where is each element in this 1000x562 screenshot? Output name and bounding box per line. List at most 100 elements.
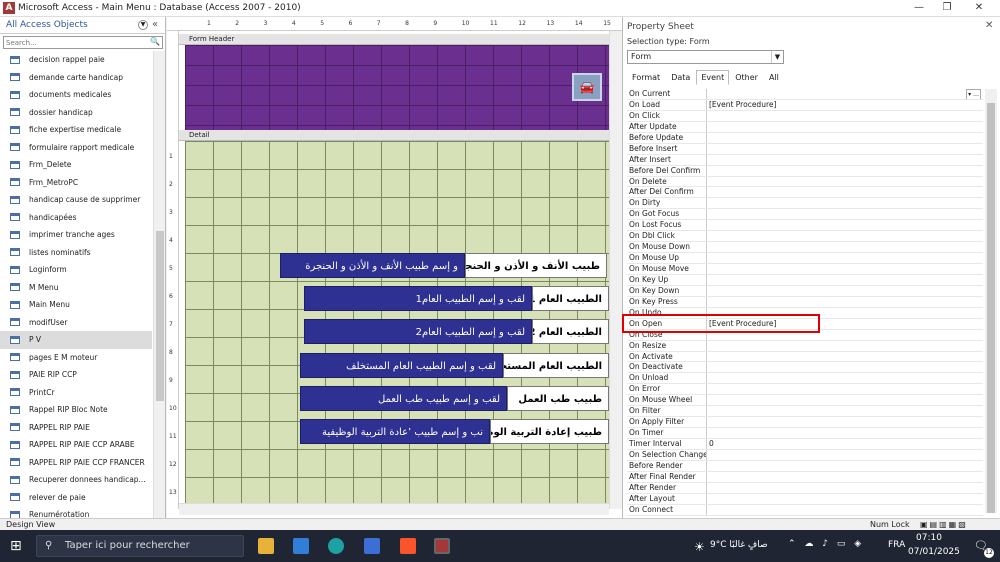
text-field-control[interactable]: لقب و إسم الطبيب العام1	[304, 286, 532, 311]
builder-dropdown-icon[interactable]: ▾ …	[966, 89, 981, 99]
property-value[interactable]	[707, 155, 983, 165]
nav-item[interactable]: Renumérotation	[0, 506, 152, 518]
form-header-section[interactable]	[185, 45, 609, 131]
minimize-button[interactable]: —	[906, 1, 932, 15]
nav-item[interactable]: RAPPEL RIP PAIE CCP FRANCER	[0, 454, 152, 472]
property-value[interactable]	[707, 505, 983, 515]
taskbar-search-box[interactable]: ⚲ Taper ici pour rechercher	[36, 535, 244, 557]
nav-item[interactable]: Main Menu	[0, 296, 152, 314]
nav-item[interactable]: relever de paie	[0, 489, 152, 507]
property-value[interactable]	[707, 198, 983, 208]
nav-item[interactable]: pages E M moteur	[0, 349, 152, 367]
property-row[interactable]: After Render	[627, 482, 983, 494]
label-control[interactable]: طبيب الأنف و الأذن و الحنجرة	[465, 253, 607, 278]
nav-item[interactable]: handicapées	[0, 209, 152, 227]
nav-item[interactable]: listes nominatifs	[0, 244, 152, 262]
property-row[interactable]: On Apply Filter	[627, 417, 983, 429]
property-value[interactable]	[707, 406, 983, 416]
property-row[interactable]: On Delete	[627, 176, 983, 188]
collapse-pane-icon[interactable]: «	[152, 19, 158, 30]
nav-item[interactable]: P V	[0, 331, 152, 349]
text-field-control[interactable]: لقب و إسم الطبيب العام2	[304, 319, 532, 344]
close-window-button[interactable]: ✕	[966, 1, 992, 15]
property-row[interactable]: On Filter	[627, 406, 983, 418]
nav-item[interactable]: modifUser	[0, 314, 152, 332]
design-horizontal-scrollbar[interactable]	[179, 503, 609, 515]
nav-item[interactable]: RAPPEL RIP PAIE	[0, 419, 152, 437]
property-value[interactable]	[707, 166, 983, 176]
property-value[interactable]: 0	[707, 439, 983, 449]
selection-dropdown[interactable]: Form ▼	[627, 50, 784, 64]
property-row[interactable]: After Del Confirm	[627, 187, 983, 199]
nav-scrollbar-thumb[interactable]	[156, 231, 164, 401]
windows-start-icon[interactable]: ⊞	[10, 538, 22, 554]
property-value[interactable]	[707, 428, 983, 438]
property-row[interactable]: On Timer	[627, 428, 983, 439]
property-row[interactable]: After Final Render	[627, 471, 983, 483]
property-value[interactable]	[707, 362, 983, 372]
label-control[interactable]: طبيب إعادة التربية الوظيفية	[490, 419, 609, 444]
property-row[interactable]: Before Del Confirm	[627, 165, 983, 177]
property-row[interactable]: On Dbl Click	[627, 231, 983, 243]
property-value[interactable]	[707, 286, 983, 296]
property-row[interactable]: Before Render	[627, 460, 983, 472]
brave-browser-icon[interactable]	[400, 538, 416, 554]
property-value[interactable]: ▾ …	[707, 89, 983, 99]
close-property-sheet-icon[interactable]: ✕	[985, 20, 993, 31]
nav-item[interactable]: M Menu	[0, 279, 152, 297]
property-value[interactable]	[707, 144, 983, 154]
property-row[interactable]: On Dirty	[627, 198, 983, 210]
property-value[interactable]	[707, 494, 983, 504]
nav-item[interactable]: PrintCr	[0, 384, 152, 402]
label-control[interactable]: الطبيب العام المستخلف	[503, 353, 609, 378]
property-value[interactable]	[707, 483, 983, 493]
nav-item[interactable]: decision rappel paie	[0, 51, 152, 69]
label-control[interactable]: طبيب طب العمل	[507, 386, 609, 411]
property-row[interactable]: On Key Up	[627, 274, 983, 286]
nav-item[interactable]: Loginform	[0, 261, 152, 279]
nav-item[interactable]: PAIE RIP CCP	[0, 366, 152, 384]
clock-time[interactable]: 07:10	[916, 533, 942, 543]
property-value[interactable]	[707, 220, 983, 230]
design-vertical-scrollbar[interactable]	[609, 31, 622, 509]
nav-item[interactable]: dossier handicap	[0, 104, 152, 122]
property-row[interactable]: On Mouse Move	[627, 264, 983, 275]
property-row[interactable]: On Resize	[627, 340, 983, 352]
property-row[interactable]: On Current ▾ …	[627, 89, 983, 100]
property-row[interactable]: On Click	[627, 110, 983, 122]
form-header-bar[interactable]: Form Header	[179, 34, 609, 45]
property-scrollbar[interactable]	[985, 89, 997, 513]
property-value[interactable]	[707, 122, 983, 132]
label-control[interactable]: الطبيب العام 1	[532, 286, 609, 311]
property-value[interactable]	[707, 395, 983, 405]
nav-item[interactable]: Recuperer donnees handicap...	[0, 471, 152, 489]
access-taskbar-icon[interactable]	[434, 538, 450, 554]
nav-search-input[interactable]	[4, 37, 144, 48]
property-value[interactable]	[707, 341, 983, 351]
property-row[interactable]: On Got Focus	[627, 209, 983, 221]
property-value[interactable]	[707, 352, 983, 362]
property-row[interactable]: On Mouse Down	[627, 242, 983, 254]
property-value[interactable]	[707, 450, 983, 460]
property-row[interactable]: On Selection Change	[627, 449, 983, 461]
nav-item[interactable]: handicap cause de supprimer	[0, 191, 152, 209]
nav-item[interactable]: Rappel RIP Bloc Note	[0, 401, 152, 419]
text-field-control[interactable]: لقب و إسم الطبيب العام المستخلف	[300, 353, 503, 378]
header-command-button[interactable]: 🚘	[572, 73, 602, 101]
edge-browser-icon[interactable]	[328, 538, 344, 554]
text-field-control[interactable]: لقب و إسم طبيب طب العمل	[300, 386, 507, 411]
property-value[interactable]	[707, 209, 983, 219]
property-row[interactable]: On Key Press	[627, 296, 983, 308]
tab-format[interactable]: Format	[627, 70, 665, 85]
property-row[interactable]: On Connect	[627, 504, 983, 516]
detail-bar[interactable]: Detail	[179, 130, 609, 141]
tab-other[interactable]: Other	[730, 70, 763, 85]
nav-menu-dropdown-icon[interactable]: ▼	[138, 20, 148, 30]
nav-item[interactable]: formulaire rapport medicale	[0, 139, 152, 157]
property-row[interactable]: After Layout	[627, 493, 983, 505]
nav-search-box[interactable]: 🔍	[3, 36, 163, 49]
tab-data[interactable]: Data	[666, 70, 695, 85]
tab-all[interactable]: All	[764, 70, 784, 85]
view-switcher-icons[interactable]: ▣▤▥▦▧	[920, 519, 968, 530]
property-row[interactable]: On Deactivate	[627, 362, 983, 374]
